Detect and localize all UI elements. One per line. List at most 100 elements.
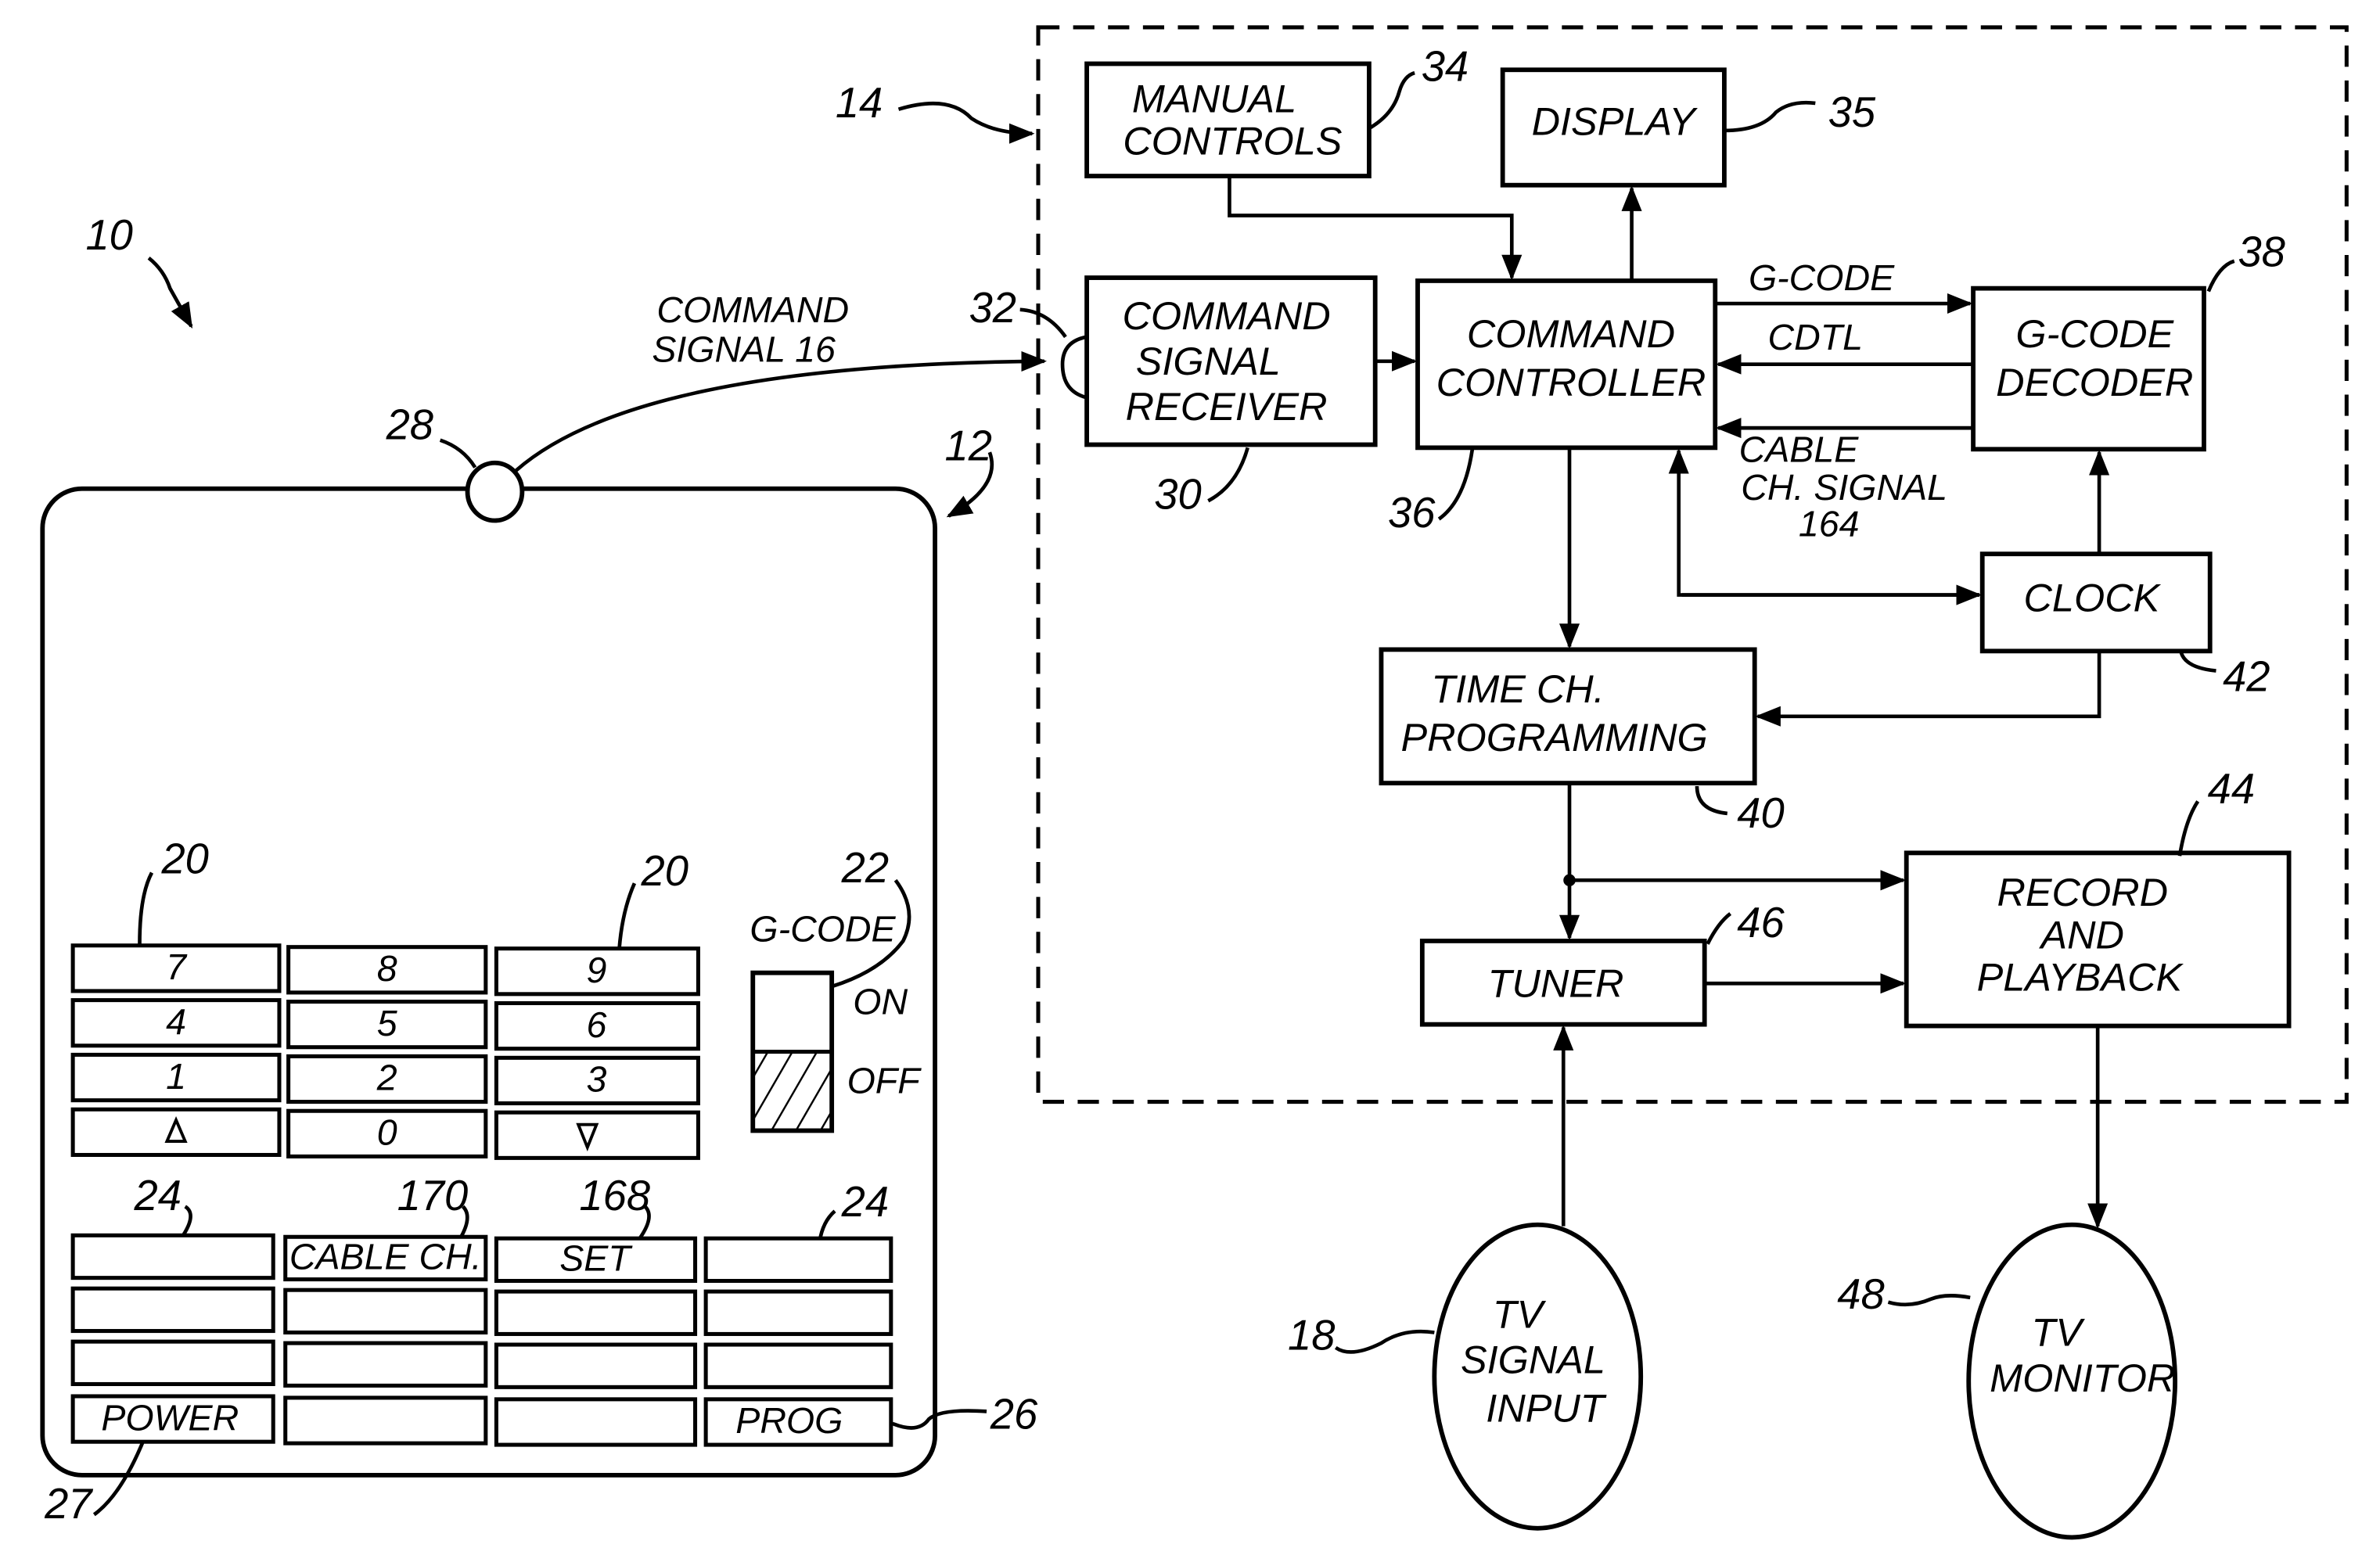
svg-text:G-CODE: G-CODE <box>2015 311 2174 356</box>
number-key[interactable]: 4 <box>70 998 282 1048</box>
function-key[interactable] <box>283 1395 488 1446</box>
function-key[interactable] <box>703 1236 893 1284</box>
function-key[interactable] <box>494 1342 698 1389</box>
number-key[interactable]: 1 <box>70 1052 282 1103</box>
function-key[interactable] <box>494 1397 698 1447</box>
ref-27: 27 <box>44 1480 93 1528</box>
ref-26: 26 <box>990 1390 1038 1438</box>
ref-22: 22 <box>841 844 889 892</box>
svg-text:SIGNAL: SIGNAL <box>1461 1338 1605 1382</box>
tuner-block: TUNER <box>1419 939 1707 1027</box>
svg-text:6: 6 <box>586 1004 606 1045</box>
ref-38-leader <box>2206 259 2235 293</box>
svg-text:CONTROLS: CONTROLS <box>1123 119 1343 163</box>
svg-text:5: 5 <box>377 1003 397 1043</box>
ref-10-arrow <box>147 257 193 329</box>
clock-to-programming <box>1755 651 2101 727</box>
switch-off-label: OFF <box>847 1061 922 1101</box>
ref-46-leader <box>1706 912 1732 945</box>
record-playback-block: RECORD AND PLAYBACK <box>1904 850 2292 1029</box>
ref-20-right: 20 <box>641 847 688 895</box>
ref-24-right: 24 <box>841 1178 889 1226</box>
ref-28-leader <box>439 438 477 469</box>
number-key[interactable]: 6 <box>494 1000 700 1051</box>
ref-48-leader <box>1887 1294 1971 1307</box>
svg-text:1: 1 <box>166 1056 186 1097</box>
ref-14: 14 <box>836 79 883 127</box>
svg-text:SIGNAL: SIGNAL <box>1136 339 1281 383</box>
ref-10: 10 <box>85 211 132 259</box>
cable-signal-label-2: CH. SIGNAL <box>1741 467 1947 508</box>
signal-emitter <box>465 460 525 523</box>
ref-30: 30 <box>1154 471 1201 519</box>
number-key[interactable]: 3 <box>494 1055 700 1106</box>
function-key[interactable] <box>283 1341 488 1388</box>
svg-text:PROGRAMMING: PROGRAMMING <box>1400 715 1707 760</box>
function-key[interactable] <box>703 1289 893 1336</box>
svg-text:INPUT: INPUT <box>1486 1386 1606 1431</box>
switch-on-label: ON <box>853 982 908 1022</box>
receiver-port <box>1060 335 1088 400</box>
ref-12: 12 <box>945 422 992 470</box>
ref-44-leader <box>2177 800 2200 857</box>
svg-text:0: 0 <box>377 1112 397 1153</box>
number-key[interactable]: 8 <box>286 945 488 995</box>
patent-figure: 10 28 12 COMMAND SIGNAL 16 20 20 7 8 9 4… <box>40 25 2349 1540</box>
ref-20-left: 20 <box>160 835 208 882</box>
ref-42-leader <box>2179 652 2216 673</box>
number-key[interactable]: 2 <box>286 1054 488 1104</box>
ref-44: 44 <box>2208 765 2255 813</box>
ref-36-leader <box>1437 448 1475 521</box>
svg-text:TUNER: TUNER <box>1488 961 1624 1005</box>
svg-text:AND: AND <box>2039 912 2124 957</box>
svg-text:TV: TV <box>1493 1291 1547 1336</box>
function-key[interactable] <box>494 1289 698 1336</box>
tv-signal-input: TV SIGNAL INPUT 18 <box>1288 1222 1644 1531</box>
channel-down-key[interactable] <box>494 1110 700 1160</box>
svg-text:POWER: POWER <box>101 1397 239 1438</box>
function-key[interactable] <box>283 1288 488 1335</box>
command-signal-label-2: SIGNAL 16 <box>652 329 836 369</box>
cable-signal-label-1: CABLE <box>1739 429 1860 469</box>
ref-35: 35 <box>1828 88 1876 136</box>
gcode-decoder-block: G-CODE DECODER <box>1971 286 2206 452</box>
ref-35-leader <box>1724 100 1816 133</box>
gcode-signal-label: G-CODE <box>1749 257 1895 298</box>
ref-18-leader <box>1334 1329 1435 1354</box>
remote-control: 28 12 COMMAND SIGNAL 16 20 20 7 8 9 4 5 … <box>40 289 1048 1528</box>
set-key[interactable]: SET <box>494 1236 698 1284</box>
system-reference: 10 <box>85 211 193 329</box>
svg-text:PROG: PROG <box>735 1400 843 1441</box>
svg-text:MONITOR: MONITOR <box>1990 1356 2175 1400</box>
number-key[interactable]: 9 <box>494 946 700 997</box>
ref-48: 48 <box>1837 1270 1884 1318</box>
ref-32: 32 <box>969 284 1016 332</box>
ref-28: 28 <box>386 400 433 448</box>
function-key[interactable] <box>70 1286 275 1334</box>
ref-34: 34 <box>1422 43 1469 91</box>
svg-text:CABLE CH.: CABLE CH. <box>289 1237 482 1277</box>
svg-text:TIME CH.: TIME CH. <box>1431 666 1604 711</box>
function-key[interactable] <box>70 1233 275 1280</box>
svg-text:PLAYBACK: PLAYBACK <box>1977 955 2184 1000</box>
manual-controls-block: MANUAL CONTROLS <box>1084 61 1372 178</box>
svg-text:DISPLAY: DISPLAY <box>1532 99 1699 143</box>
number-key[interactable]: 7 <box>70 943 282 993</box>
cable-ch-key[interactable]: CABLE CH. <box>283 1234 488 1282</box>
cdtl-signal-label: CDTL <box>1768 317 1864 357</box>
command-signal-receiver-block: COMMAND SIGNAL RECEIVER <box>1084 275 1378 447</box>
function-key[interactable] <box>703 1342 893 1389</box>
ref-24-left: 24 <box>134 1172 182 1219</box>
ref-32-leader <box>1019 307 1067 339</box>
number-key[interactable]: 5 <box>286 1000 488 1050</box>
channel-up-key[interactable] <box>70 1107 282 1158</box>
power-key[interactable]: POWER <box>70 1394 275 1444</box>
prog-key[interactable]: PROG <box>703 1397 893 1447</box>
svg-text:CONTROLLER: CONTROLLER <box>1436 360 1706 404</box>
function-key[interactable] <box>70 1339 275 1386</box>
ref-34-leader <box>1369 70 1415 129</box>
number-key[interactable]: 0 <box>286 1108 488 1158</box>
manual-to-controller <box>1228 176 1523 281</box>
svg-text:2: 2 <box>376 1058 397 1098</box>
clock-block: CLOCK <box>1979 551 2213 654</box>
